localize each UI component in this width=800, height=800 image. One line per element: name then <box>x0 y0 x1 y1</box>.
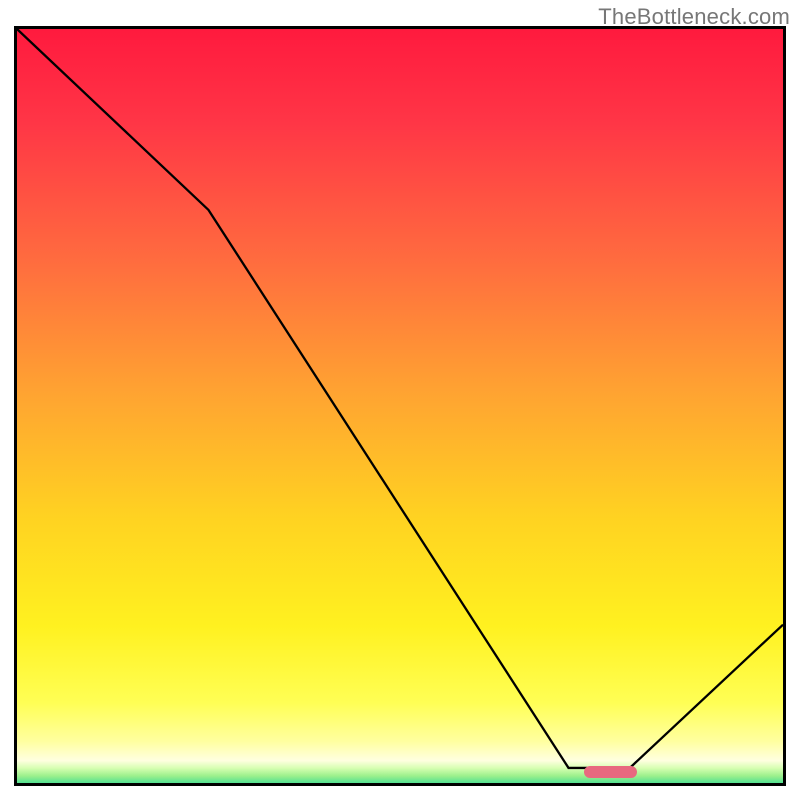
bottleneck-curve <box>17 29 783 783</box>
plot-frame <box>14 26 786 786</box>
chart-container: TheBottleneck.com <box>0 0 800 800</box>
optimal-range-marker <box>584 766 638 778</box>
